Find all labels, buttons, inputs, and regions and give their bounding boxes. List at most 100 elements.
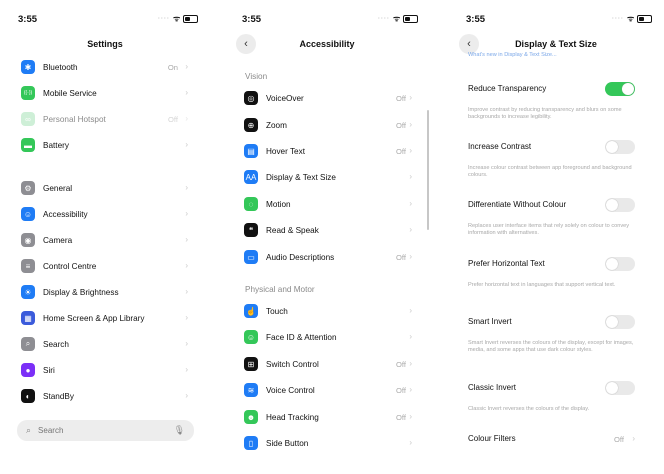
toggle-classic-invert[interactable] xyxy=(605,381,635,395)
toggle-reduce-transparency[interactable] xyxy=(605,82,635,96)
row-mobile-service[interactable]: ((·)) Mobile Service › xyxy=(0,80,210,106)
option-description: Prefer horizontal text in languages that… xyxy=(468,282,616,288)
row-value: Off xyxy=(396,360,406,369)
row-switch-control[interactable]: ⊞ Switch Control Off › xyxy=(224,351,430,377)
microphone-icon[interactable]: 🎙 xyxy=(174,425,185,436)
speech-icon: ❝ xyxy=(244,223,258,237)
toggle-knob xyxy=(606,382,618,394)
antenna-icon: ((·)) xyxy=(21,86,35,100)
wifi-icon: ᯤ xyxy=(627,14,635,23)
chevron-right-icon: › xyxy=(185,62,188,71)
page-title: Accessibility xyxy=(299,39,355,49)
toggle-smart-invert[interactable] xyxy=(605,315,635,329)
row-side-button[interactable]: ▯ Side Button › xyxy=(224,430,430,456)
section-vision: Vision xyxy=(245,72,268,81)
chevron-right-icon: › xyxy=(409,306,412,315)
row-label: Camera xyxy=(43,235,73,245)
row-touch[interactable]: ☝ Touch › xyxy=(224,298,430,324)
row-label: Audio Descriptions xyxy=(266,252,335,262)
row-accessibility[interactable]: ☺ Accessibility › xyxy=(0,201,210,227)
row-home-screen-and-app-library[interactable]: ▦ Home Screen & App Library › xyxy=(0,305,210,331)
row-zoom[interactable]: ⊕ Zoom Off › xyxy=(224,112,430,138)
search-input[interactable] xyxy=(36,425,161,436)
row-label: Mobile Service xyxy=(43,88,97,98)
switch-control-icon: ⊞ xyxy=(244,357,258,371)
row-control-centre[interactable]: ≡ Control Centre › xyxy=(0,253,210,279)
row-camera[interactable]: ◉ Camera › xyxy=(0,227,210,253)
toggle-knob xyxy=(606,258,618,270)
hover-text-icon: ▤ xyxy=(244,144,258,158)
row-audio-descriptions[interactable]: ▭ Audio Descriptions Off › xyxy=(224,244,430,270)
row-standby[interactable]: ◐ StandBy › xyxy=(0,383,210,409)
row-label: Zoom xyxy=(266,120,287,130)
row-battery[interactable]: ▬ Battery › xyxy=(0,132,210,158)
battery-icon: ▬ xyxy=(21,138,35,152)
chevron-right-icon: › xyxy=(632,434,635,443)
zoom-icon: ⊕ xyxy=(244,118,258,132)
row-hover-text[interactable]: ▤ Hover Text Off › xyxy=(224,138,430,164)
row-label: Motion xyxy=(266,199,291,209)
row-bluetooth[interactable]: ✱ Bluetooth On › xyxy=(0,54,210,80)
option-description: Increase colour contrast between app for… xyxy=(468,165,632,178)
search-icon: ⌕ xyxy=(26,425,32,435)
row-head-tracking[interactable]: ☻ Head Tracking Off › xyxy=(224,404,430,430)
row-label: Switch Control xyxy=(266,359,319,369)
standby-icon: ◐ xyxy=(21,389,35,403)
option-prefer-horizontal-text: Prefer Horizontal Text xyxy=(468,259,545,268)
row-display-and-brightness[interactable]: ☀ Display & Brightness › xyxy=(0,279,210,305)
option-description: Replaces user interface items that rely … xyxy=(468,223,630,236)
accessibility-icon: ☺ xyxy=(21,207,35,221)
row-search[interactable]: ⌕ Search › xyxy=(0,331,210,357)
camera-icon: ◉ xyxy=(21,233,35,247)
voiceover-icon: ◎ xyxy=(244,91,258,105)
chevron-right-icon: › xyxy=(185,183,188,192)
scrollbar[interactable] xyxy=(427,110,429,230)
chevron-right-icon: › xyxy=(185,209,188,218)
whats-new-link[interactable]: What's new in Display & Text Size... xyxy=(468,52,557,58)
signal-icon: ···· xyxy=(158,16,170,22)
row-value: Off xyxy=(396,386,406,395)
chevron-right-icon: › xyxy=(185,391,188,400)
toggle-knob xyxy=(622,83,634,95)
display-text-size-panel: 3:55 ···· ᯤ ‹ Display & Text Size What's … xyxy=(448,0,664,474)
row-face-id-and-attention[interactable]: ☺ Face ID & Attention › xyxy=(224,324,430,350)
row-siri[interactable]: ● Siri › xyxy=(0,357,210,383)
home-screen-icon: ▦ xyxy=(21,311,35,325)
row-label: General xyxy=(43,183,73,193)
toggle-knob xyxy=(606,316,618,328)
touch-icon: ☝ xyxy=(244,304,258,318)
row-value: Off xyxy=(168,115,178,124)
chevron-right-icon: › xyxy=(409,412,412,421)
toggle-increase-contrast[interactable] xyxy=(605,140,635,154)
row-general[interactable]: ⚙ General › xyxy=(0,175,210,201)
row-label: Hover Text xyxy=(266,146,305,156)
chevron-right-icon: › xyxy=(409,332,412,341)
motion-icon: ◌ xyxy=(244,197,258,211)
toggle-differentiate-without-colour[interactable] xyxy=(605,198,635,212)
row-label: Display & Text Size xyxy=(266,172,336,182)
search-bar[interactable]: ⌕ 🎙 xyxy=(17,420,194,441)
battery-status-icon xyxy=(403,15,418,23)
toggle-prefer-horizontal-text[interactable] xyxy=(605,257,635,271)
status-bar: 3:55 ···· ᯤ xyxy=(0,14,210,28)
battery-status-icon xyxy=(637,15,652,23)
option-description: Smart Invert reverses the colours of the… xyxy=(468,340,634,353)
row-read-and-speak[interactable]: ❝ Read & Speak › xyxy=(224,217,430,243)
signal-icon: ···· xyxy=(378,16,390,22)
toggle-knob xyxy=(606,199,618,211)
section-physical-motor: Physical and Motor xyxy=(245,285,315,294)
row-voiceover[interactable]: ◎ VoiceOver Off › xyxy=(224,85,430,111)
row-motion[interactable]: ◌ Motion › xyxy=(224,191,430,217)
option-description: Improve contrast by reducing transparenc… xyxy=(468,107,622,120)
chevron-right-icon: › xyxy=(185,235,188,244)
row-personal-hotspot[interactable]: ∞ Personal Hotspot Off › xyxy=(0,106,210,132)
row-value: Off xyxy=(396,147,406,156)
colour-filters-label[interactable]: Colour Filters xyxy=(468,434,516,443)
signal-icon: ···· xyxy=(612,16,624,22)
gear-icon: ⚙ xyxy=(21,181,35,195)
row-voice-control[interactable]: ≋ Voice Control Off › xyxy=(224,377,430,403)
voice-control-icon: ≋ xyxy=(244,383,258,397)
chevron-right-icon: › xyxy=(409,93,412,102)
toggle-knob xyxy=(606,141,618,153)
row-display-and-text-size[interactable]: AA Display & Text Size › xyxy=(224,164,430,190)
